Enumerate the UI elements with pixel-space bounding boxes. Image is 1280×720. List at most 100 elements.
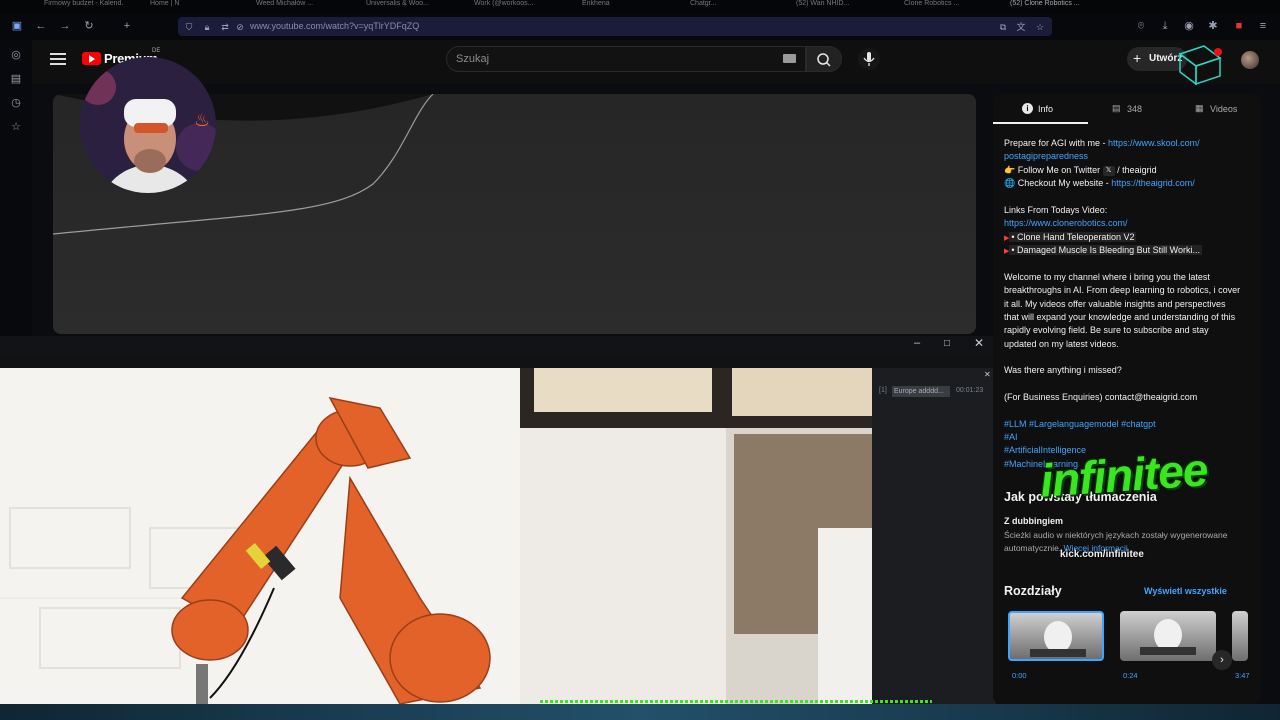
search-button[interactable] xyxy=(806,46,842,72)
browser-tab[interactable]: Universalis & Woo... xyxy=(366,0,446,10)
chapter-thumbnail[interactable] xyxy=(1120,611,1216,661)
chapters-heading: Rozdziały xyxy=(1004,584,1062,598)
side-console xyxy=(872,368,996,704)
welcome-line: that will expand your knowledge and unde… xyxy=(1004,312,1236,322)
related-video-link[interactable]: • Damaged Muscle Is Bleeding But Still W… xyxy=(1009,245,1202,255)
video-frame[interactable] xyxy=(0,368,872,704)
show-all-chapters-button[interactable]: Wyświetl wszystkie xyxy=(1144,586,1227,596)
youtube-play-glyph xyxy=(89,55,95,63)
videos-icon: ▦ xyxy=(1195,103,1204,113)
dubbing-subheading: Z dubbingiem xyxy=(1004,516,1063,526)
browser-tab[interactable]: Clone Robotics ... xyxy=(904,0,984,10)
search-icon xyxy=(817,53,831,67)
new-tab-icon[interactable]: + xyxy=(120,20,134,32)
bookmark-star-icon[interactable]: ☆ xyxy=(1033,21,1047,33)
chevron-right-icon[interactable]: › xyxy=(1212,650,1232,670)
translate-icon[interactable]: 文 xyxy=(1014,21,1028,33)
url-text[interactable]: www.youtube.com/watch?v=yqTlrYDFqZQ xyxy=(250,21,419,31)
browser-tab[interactable]: Enkhena xyxy=(582,0,642,10)
welcome-line: breakthroughs in AI. From deep learning … xyxy=(1004,285,1241,295)
clonerobotics-link[interactable]: https://www.clonerobotics.com/ xyxy=(1004,217,1128,230)
maximize-icon[interactable]: □ xyxy=(944,338,950,349)
browser-tab[interactable]: Firmowy budżet - Kalend... xyxy=(44,0,124,10)
reload-icon[interactable]: ↻ xyxy=(82,20,96,32)
extensions-icon[interactable]: ✱ xyxy=(1206,20,1220,32)
console-entry-index: [1] xyxy=(879,387,887,394)
browser-tab[interactable]: Home | N xyxy=(150,0,200,10)
description-line: 👉 Follow Me on Twitter 𝕏 / theaigrid xyxy=(1004,165,1157,176)
plus-icon: + xyxy=(1133,50,1142,66)
browser-tab-active[interactable]: (52) Clone Robotics ... xyxy=(1010,0,1100,10)
description-line: postagipreparedness xyxy=(1004,150,1088,163)
history-icon[interactable]: ◷ xyxy=(9,96,23,110)
browser-tab[interactable]: Chatgr... xyxy=(690,0,750,10)
vpn-icon[interactable]: ◉ xyxy=(1182,20,1196,32)
back-icon[interactable]: ← xyxy=(34,20,48,32)
chapter-time: 0:00 xyxy=(1012,671,1027,680)
search-placeholder: Szukaj xyxy=(456,53,490,65)
chapter-time: 0:24 xyxy=(1123,671,1138,680)
skool-link-cont[interactable]: postagipreparedness xyxy=(1004,151,1088,161)
business-email[interactable]: contact@theaigrid.com xyxy=(1105,392,1197,402)
website-link[interactable]: https://theaigrid.com/ xyxy=(1111,178,1195,188)
browser-tab[interactable]: (52) Wan NHID... xyxy=(796,0,876,10)
aria-icon[interactable]: ◎ xyxy=(9,48,23,62)
info-icon: i xyxy=(1022,103,1033,114)
robot-arm-scene xyxy=(0,368,872,704)
hamburger-menu-icon[interactable] xyxy=(50,51,66,65)
tab-comments[interactable]: 348 xyxy=(1127,104,1142,114)
related-video-line: ▶ • Damaged Muscle Is Bleeding But Still … xyxy=(1004,244,1202,258)
shield-icon[interactable]: ⛉ xyxy=(182,21,196,33)
flame-icon: ♨ xyxy=(194,110,211,130)
chapter-thumbnail[interactable] xyxy=(1232,611,1248,661)
welcome-line: rapidly evolving field. Be sure to subsc… xyxy=(1004,325,1209,335)
twitter-handle[interactable]: / theaigrid xyxy=(1115,165,1157,175)
hashtag-line[interactable]: #LLM #Largelanguagemodel #chatgpt xyxy=(1004,418,1156,431)
browser-tab[interactable]: Weed Michałów ... xyxy=(256,0,336,10)
comments-icon: ▤ xyxy=(1112,103,1121,113)
x-twitter-icon[interactable]: 𝕏 xyxy=(1102,165,1115,176)
business-line: (For Business Enquiries) contact@theaigr… xyxy=(1004,392,1198,402)
browser-tab-strip: Firmowy budżet - Kalend... Home | N Weed… xyxy=(0,0,1280,14)
console-entry-label[interactable]: Europe adddd... xyxy=(892,386,950,397)
tracker-icon[interactable]: ⊘ xyxy=(233,21,247,33)
chapter-time: 3:47 xyxy=(1235,671,1250,680)
dubbing-body: Ścieżki audio w niektórych językach zost… xyxy=(1004,530,1228,540)
welcome-line: Welcome to my channel where i bring you … xyxy=(1004,272,1210,282)
related-video-link[interactable]: • Clone Hand Teleoperation V2 xyxy=(1009,232,1137,242)
close-icon[interactable]: ✕ xyxy=(974,336,984,350)
picture-in-picture-icon[interactable]: ⧉ xyxy=(996,21,1010,33)
description-line: 🌐 Checkout My website - https://theaigri… xyxy=(1004,178,1195,188)
description-line: Prepare for AGI with me - https://www.sk… xyxy=(1004,138,1200,148)
tab-info[interactable]: Info xyxy=(1038,104,1053,114)
camera-icon[interactable]: ⌾ xyxy=(1134,20,1148,32)
tab-videos[interactable]: Videos xyxy=(1210,104,1237,114)
lock-icon[interactable]: 🔒︎ xyxy=(200,21,214,33)
search-input[interactable] xyxy=(446,46,806,72)
voice-search-button[interactable] xyxy=(858,48,880,70)
notes-icon[interactable]: ▤ xyxy=(9,72,23,86)
forward-icon[interactable]: → xyxy=(58,20,72,32)
settings-slider-icon[interactable]: ⇄ xyxy=(218,21,232,33)
bookmarks-icon[interactable]: ☆ xyxy=(9,120,23,134)
download-icon[interactable]: ⤓ xyxy=(1158,20,1172,32)
minimize-icon[interactable]: – xyxy=(914,337,920,349)
keyboard-icon[interactable] xyxy=(783,54,796,63)
menu-icon[interactable]: ≡ xyxy=(1256,20,1270,32)
tab-switch-icon[interactable]: ▣ xyxy=(10,20,24,32)
audio-meter xyxy=(540,700,932,703)
skool-link[interactable]: https://www.skool.com/ xyxy=(1108,138,1200,148)
console-close-icon[interactable]: ✕ xyxy=(984,370,991,379)
hashtag-line[interactable]: #AI xyxy=(1004,431,1018,444)
popup-titlebar xyxy=(0,336,996,354)
browser-tab[interactable]: Work (@workoos... xyxy=(474,0,554,10)
gift-icon[interactable]: ■ xyxy=(1232,20,1246,32)
taskbar-strip xyxy=(0,704,1280,720)
microphone-icon xyxy=(863,52,875,66)
console-entry-time: 00:01:23 xyxy=(956,387,984,394)
chapter-thumbnail[interactable] xyxy=(1008,611,1104,661)
avatar[interactable] xyxy=(1241,51,1259,69)
welcome-line: updated on my latest videos. xyxy=(1004,339,1119,349)
cube-overlay-icon xyxy=(1178,45,1222,86)
welcome-line: it all. My videos offer valuable insight… xyxy=(1004,299,1226,309)
